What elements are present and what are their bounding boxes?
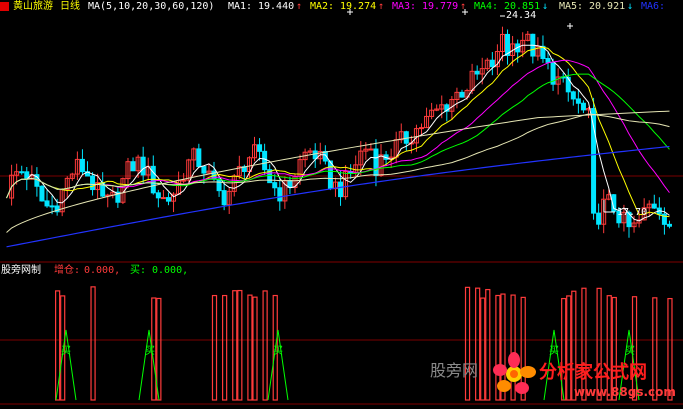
candle-body [651,203,657,209]
ma5-arrow: ↓ [627,1,634,12]
stock-name: 黄山旅游 [13,1,53,12]
candle-body [39,185,45,202]
ma2-value: 19.274 [340,1,377,12]
watermark-site: 股旁网 [430,361,479,380]
candle-body [79,158,85,173]
indicator-bar [156,297,162,401]
buy-marker-4: 买 [549,346,559,357]
candle-body [19,171,25,174]
indicator-field2-value: 0.000, [152,265,189,276]
candle-body [49,205,55,208]
candle-body [570,91,576,100]
watermark-logo-icon [492,352,536,396]
candle-body [130,161,136,172]
watermark-url: www.88gs.com [574,385,676,399]
indicator-bar [480,297,486,401]
candle-body [580,102,586,111]
candle-body [257,144,263,152]
indicator-bar [262,290,268,401]
ma1-value: 19.440 [258,1,295,12]
indicator-bar [232,290,238,401]
candle-body [474,70,480,75]
ma4-label: MA4: [474,1,499,12]
candle-body [160,197,166,200]
buy-marker-5: 买 [625,346,635,357]
candle-body [459,91,465,98]
ma1-arrow: ↑ [296,1,303,12]
candle-body [277,187,283,202]
candle-body [155,192,161,199]
candle-body [201,166,207,174]
buy-marker-1: 买 [61,346,71,357]
low-price-label: 17.70 [617,207,648,218]
indicator-name: 股旁网制 [1,265,41,276]
ma60-line [6,113,670,199]
indicator-bar [237,289,243,401]
candle-body [338,181,344,198]
ma1-label: MA1: [228,1,253,12]
ma-params: MA(5,10,20,30,60,120) [88,1,215,12]
ma5-line [6,44,670,222]
candle-body [489,59,495,68]
candle-body [140,156,146,176]
high-price-label: 24.34 [506,10,537,21]
candle-body [216,178,222,192]
candle-body [403,131,409,144]
indicator-bar [211,294,218,401]
candle-body [575,98,581,104]
candle-body [545,58,551,63]
candle-body [596,212,602,225]
ma3-label: MA3: [392,1,417,12]
candle-body [44,200,50,207]
indicator-field2-label: 买: [130,265,147,276]
buy-marker-2: 买 [145,346,155,357]
ma3-arrow: ↑ [460,1,467,12]
ma2-arrow: ↑ [378,1,385,12]
candle-body [591,108,597,214]
candle-body [327,160,333,190]
ma5-value: 20.921 [589,1,626,12]
indicator-bar [566,295,572,401]
indicator-bar [485,288,491,401]
candle-body [565,76,571,93]
ma30-line [6,73,670,199]
ma4-arrow: ↓ [542,1,549,12]
indicator-field1-value: 0.000, [84,265,121,276]
candle-body [165,197,171,202]
buy-marker-3: 买 [273,346,283,357]
candle-body [373,148,379,176]
indicator-bar [475,287,481,401]
candle-body [666,223,672,227]
stock-chart-window: 黄山旅游 日线 MA(5,10,20,30,60,120) MA1: 19.44… [0,0,683,409]
period-label: 日线 [60,1,80,12]
indicator-bar [252,296,258,401]
ma6-label: MA6: [641,1,666,12]
candle-body [181,179,187,182]
ma2-label: MA2: [310,1,335,12]
stock-red-icon [0,2,9,11]
candle-body [196,148,202,168]
indicator-bar [464,286,471,401]
watermark-brand: 分析家公式网 [539,362,647,383]
indicator-bar [90,286,96,401]
indicator-bar [55,290,61,401]
indicator-bar [247,294,253,401]
candle-body [272,182,278,189]
ma10-line [6,46,670,218]
ma3-value: 19.779 [422,1,459,12]
chart-canvas [0,9,683,405]
candle-body [90,175,96,191]
candle-body [262,150,268,171]
candle-body [221,190,227,206]
ma5-label: MA5: [559,1,584,12]
candle-body [368,148,374,151]
indicator-bar [222,294,228,401]
indicator-field1-label: 增仓: [54,265,81,276]
